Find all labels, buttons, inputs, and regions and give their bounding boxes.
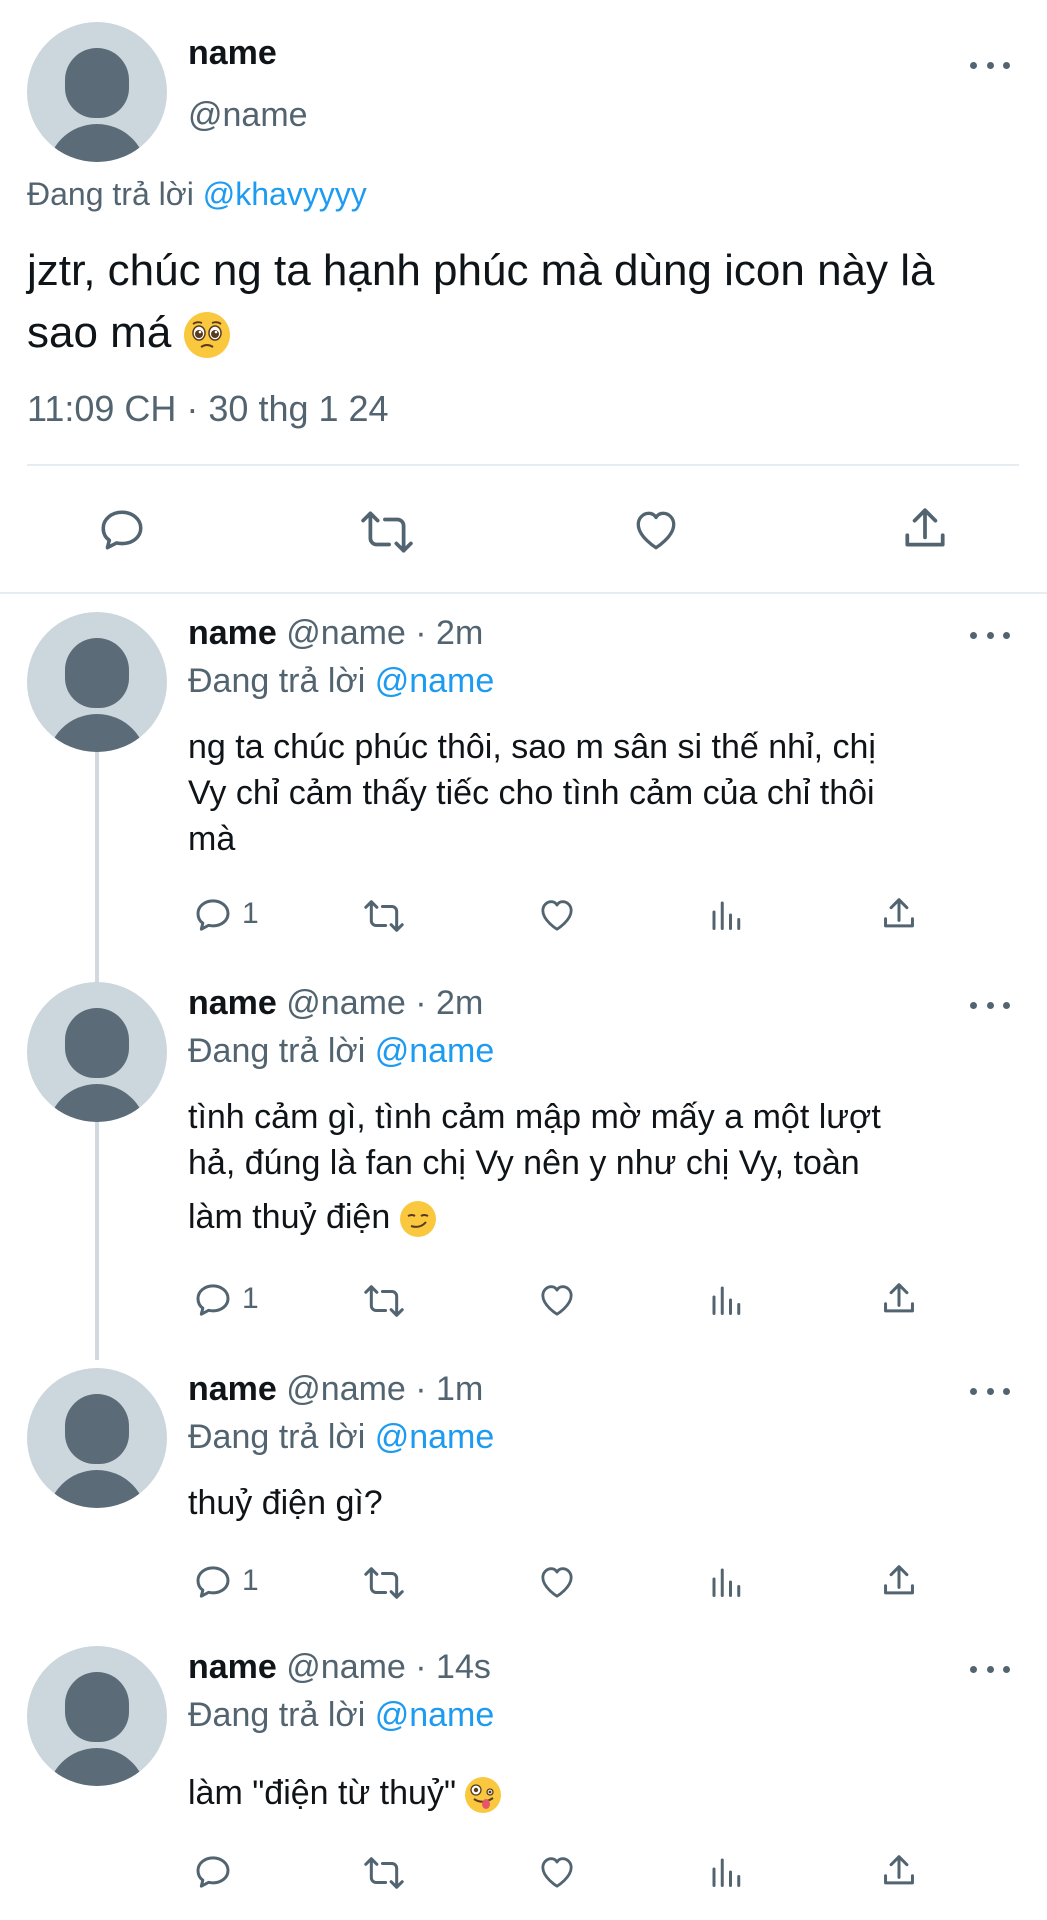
replying-prefix: Đang trả lời [188, 1032, 366, 1070]
replying-to-link[interactable]: @name [375, 662, 495, 700]
timestamp[interactable]: 11:09 CH · 30 thg 1 24 [27, 388, 389, 430]
replying-to: Đang trả lời @name [188, 1418, 494, 1457]
reply-header: name @name · 2m [188, 984, 483, 1023]
more-options-icon[interactable] [970, 628, 1010, 642]
retweet-icon[interactable] [362, 897, 406, 935]
handle-time[interactable]: @name · 2m [286, 984, 483, 1022]
reply-header: name @name · 14s [188, 1648, 491, 1687]
reply-header: name @name · 1m [188, 1370, 483, 1409]
reply-count: 1 [242, 897, 259, 930]
avatar-head [65, 1672, 129, 1742]
pleading-face-icon [183, 312, 230, 359]
reply-text-line: ng ta chúc phúc thôi, sao m sân si thế n… [188, 728, 876, 766]
views-icon[interactable] [708, 1852, 744, 1892]
views-icon[interactable] [708, 895, 744, 935]
reply-text-line: hả, đúng là fan chị Vy nên y như chị Vy,… [188, 1144, 860, 1182]
avatar-shoulders [47, 714, 147, 752]
reply-text: ng ta chúc phúc thôi, sao m sân si thế n… [188, 724, 876, 862]
reply-icon[interactable] [193, 895, 233, 935]
avatar-shoulders [47, 1470, 147, 1508]
retweet-icon[interactable] [360, 507, 414, 557]
retweet-icon[interactable] [362, 1854, 406, 1892]
tweet-text-content: jztr, chúc ng ta hạnh phúc mà dùng icon … [27, 246, 935, 357]
reply-text: tình cảm gì, tình cảm mập mờ mấy a một l… [188, 1094, 881, 1240]
replying-to-link[interactable]: @name [375, 1418, 495, 1456]
replying-to-link[interactable]: @khavyyyy [203, 176, 367, 212]
reply-icon[interactable] [193, 1562, 233, 1602]
reply-text-line: làm thuỷ điện [188, 1198, 391, 1236]
handle-time[interactable]: @name · 1m [286, 1370, 483, 1408]
like-icon[interactable] [536, 1562, 578, 1602]
handle-time[interactable]: @name · 2m [286, 614, 483, 652]
handle[interactable]: @name [188, 96, 308, 135]
handle-time[interactable]: @name · 14s [286, 1648, 491, 1686]
more-options-icon[interactable] [970, 58, 1010, 72]
more-options-icon[interactable] [970, 998, 1010, 1012]
replying-prefix: Đang trả lời [188, 1696, 366, 1734]
more-options-icon[interactable] [970, 1384, 1010, 1398]
avatar-head [65, 48, 129, 118]
reply-count: 1 [242, 1564, 259, 1597]
like-icon[interactable] [630, 505, 682, 555]
replying-prefix: Đang trả lời [188, 1418, 366, 1456]
retweet-icon[interactable] [362, 1564, 406, 1602]
avatar[interactable] [27, 1368, 167, 1508]
divider [27, 464, 1019, 466]
retweet-icon[interactable] [362, 1282, 406, 1320]
more-options-icon[interactable] [970, 1662, 1010, 1676]
reply-text: làm "điện từ thuỷ" [188, 1770, 502, 1816]
replying-to-link[interactable]: @name [375, 1696, 495, 1734]
avatar[interactable] [27, 1646, 167, 1786]
display-name[interactable]: name [188, 1370, 277, 1408]
avatar-shoulders [47, 1748, 147, 1786]
share-icon[interactable] [880, 1850, 918, 1892]
reply-text-line: mà [188, 820, 236, 858]
replying-to-link[interactable]: @name [375, 1032, 495, 1070]
replying-to: Đang trả lời @name [188, 662, 494, 701]
display-name[interactable]: name [188, 984, 277, 1022]
avatar-shoulders [47, 1084, 147, 1122]
replying-prefix: Đang trả lời [188, 662, 366, 700]
display-name[interactable]: name [188, 614, 277, 652]
share-icon[interactable] [900, 503, 950, 555]
reply-text-line-wrap: làm thuỷ điện [188, 1194, 881, 1240]
display-name[interactable]: name [188, 1648, 277, 1686]
replying-to: Đang trả lời @name [188, 1032, 494, 1071]
reply-text-line: Vy chỉ cảm thấy tiếc cho tình cảm của ch… [188, 774, 875, 812]
tweet-text: jztr, chúc ng ta hạnh phúc mà dùng icon … [27, 240, 1017, 364]
avatar-head [65, 638, 129, 708]
reply-text-line: thuỷ điện gì? [188, 1484, 383, 1522]
reply-header: name @name · 2m [188, 614, 483, 653]
views-icon[interactable] [708, 1280, 744, 1320]
replying-to: Đang trả lời @khavyyyy [27, 176, 367, 213]
reply-icon[interactable] [193, 1852, 233, 1892]
avatar-head [65, 1394, 129, 1464]
share-icon[interactable] [880, 1560, 918, 1602]
reply-count: 1 [242, 1282, 259, 1315]
reply-icon[interactable] [193, 1280, 233, 1320]
replying-prefix: Đang trả lời [27, 176, 194, 212]
avatar[interactable] [27, 982, 167, 1122]
replying-to: Đang trả lời @name [188, 1696, 494, 1735]
reply-icon[interactable] [97, 505, 147, 555]
display-name[interactable]: name [188, 34, 277, 73]
divider [0, 592, 1047, 594]
views-icon[interactable] [708, 1562, 744, 1602]
reply-text-line: tình cảm gì, tình cảm mập mờ mấy a một l… [188, 1098, 881, 1136]
like-icon[interactable] [536, 895, 578, 935]
smirking-face-icon [399, 1201, 436, 1238]
share-icon[interactable] [880, 893, 918, 935]
reply-text: thuỷ điện gì? [188, 1480, 383, 1526]
avatar[interactable] [27, 612, 167, 752]
like-icon[interactable] [536, 1280, 578, 1320]
share-icon[interactable] [880, 1278, 918, 1320]
reply-text-line: làm "điện từ thuỷ" [188, 1774, 457, 1812]
like-icon[interactable] [536, 1852, 578, 1892]
zany-face-icon [465, 1777, 502, 1814]
avatar[interactable] [27, 22, 167, 162]
avatar-shoulders [47, 124, 147, 162]
avatar-head [65, 1008, 129, 1078]
